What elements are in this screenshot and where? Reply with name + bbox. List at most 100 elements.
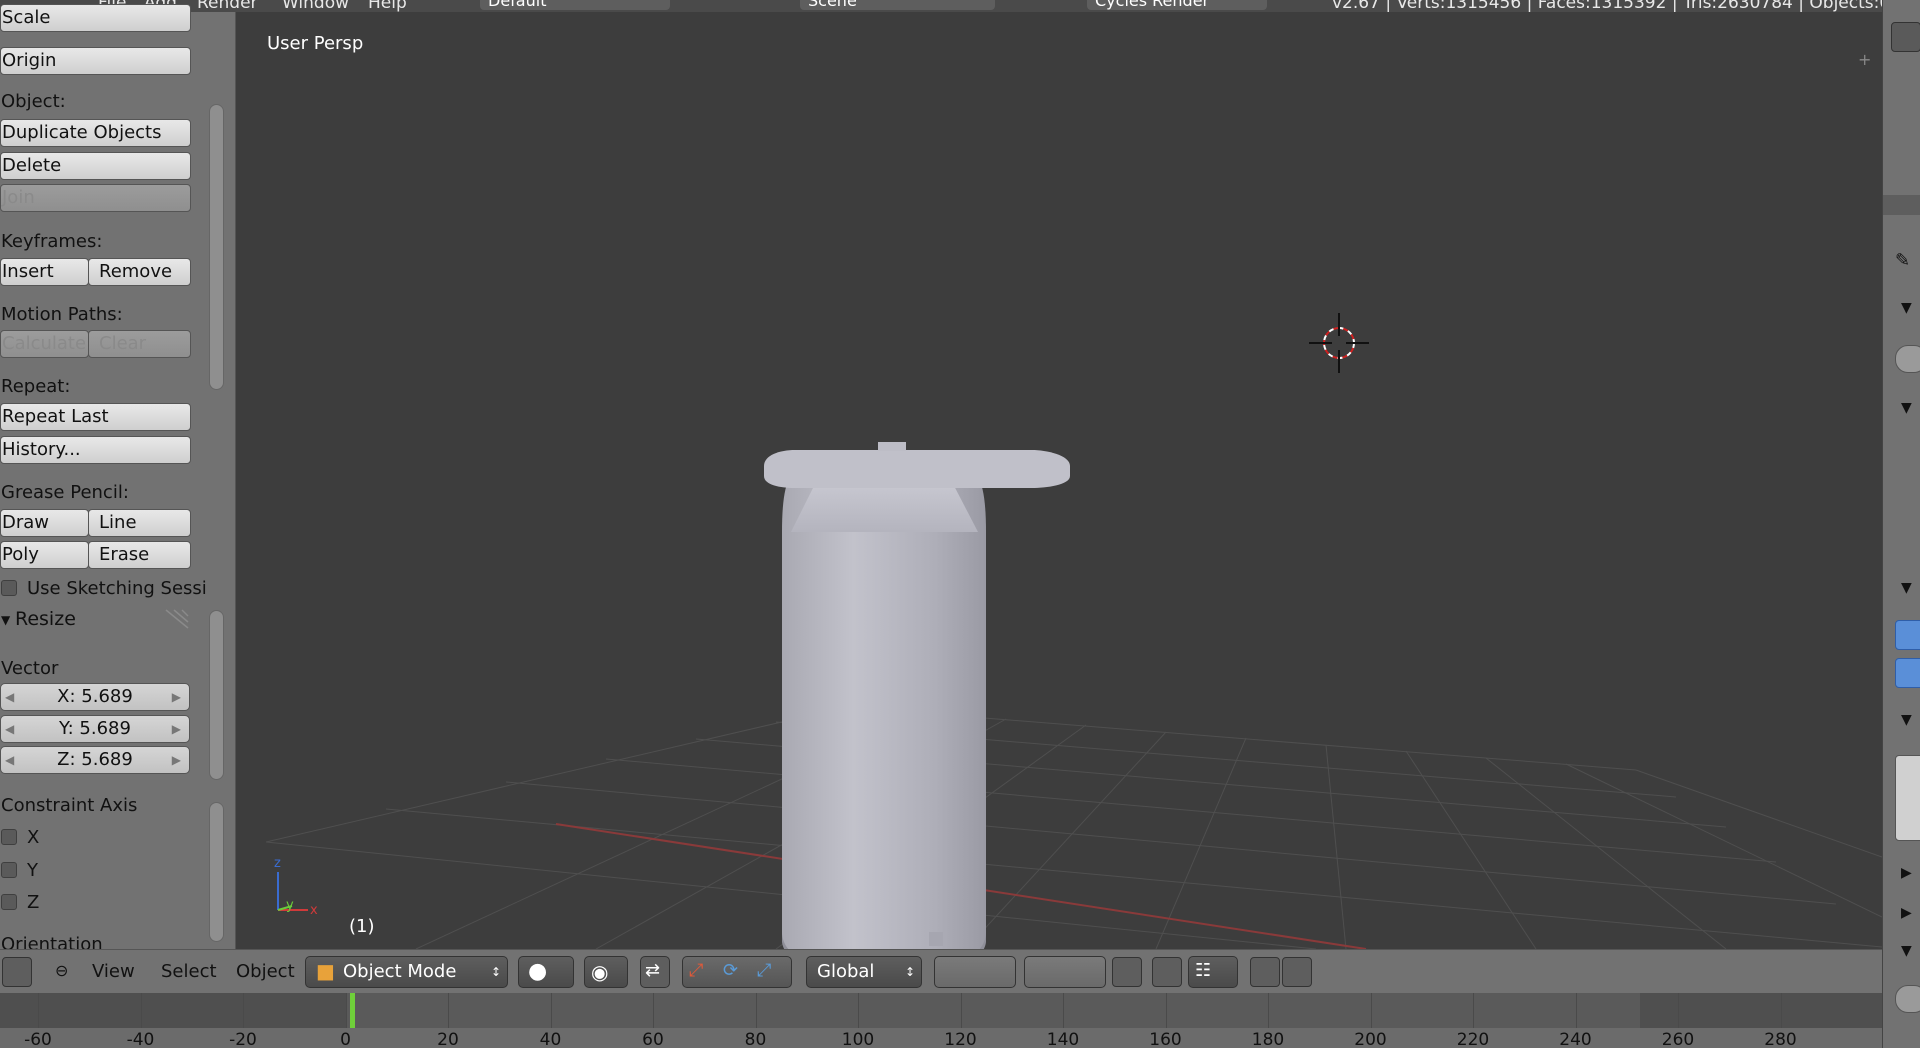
viewport-shading-selector[interactable]: ●: [518, 956, 574, 988]
current-frame-indicator: (1): [349, 916, 375, 937]
resize-panel-title: Resize: [15, 608, 76, 630]
menu-collapse-icon[interactable]: ⊖: [55, 961, 68, 980]
mode-label: Object Mode: [343, 961, 457, 982]
timeline-gridline: [1575, 993, 1577, 1028]
layers-group-2[interactable]: [1024, 956, 1106, 988]
active-tab-button[interactable]: [1895, 658, 1920, 688]
properties-tabs[interactable]: [1883, 195, 1920, 215]
timeline-tick-label: 280: [1764, 1030, 1797, 1048]
lock-layers-icon[interactable]: [1112, 957, 1142, 987]
solid-shading-icon: ●: [528, 959, 548, 984]
panel-expand-icon[interactable]: ▶: [1901, 905, 1912, 921]
constraint-z-label: Z: [27, 892, 40, 913]
history-button[interactable]: History...: [0, 436, 191, 464]
constraint-axis-label: Constraint Axis: [1, 795, 138, 816]
constraint-x-checkbox[interactable]: [1, 829, 17, 845]
pivot-point-selector[interactable]: ◉: [584, 956, 628, 988]
erase-button[interactable]: Erase: [88, 541, 191, 569]
operator-panel-scrollbar[interactable]: [209, 610, 224, 780]
repeat-section-label: Repeat:: [1, 376, 71, 397]
editor-type-cube-icon[interactable]: [2, 957, 32, 987]
duplicate-objects-button[interactable]: Duplicate Objects: [0, 119, 191, 147]
panel-expand-icon[interactable]: ▶: [1901, 865, 1912, 881]
clear-button[interactable]: Clear: [88, 330, 191, 358]
vector-y-field[interactable]: ◀ Y: 5.689 ▶: [0, 715, 190, 743]
remove-keyframe-button[interactable]: Remove: [88, 258, 191, 286]
resize-panel-header[interactable]: ▼ Resize: [0, 602, 210, 638]
timeline-tick-label: 40: [539, 1030, 562, 1048]
vector-x-value: X: 5.689: [57, 686, 133, 707]
panel-collapse-icon[interactable]: ▼: [1901, 580, 1912, 596]
calculate-button[interactable]: Calculate: [0, 330, 89, 358]
layout-selector[interactable]: Default: [480, 0, 670, 10]
constraint-z-checkbox[interactable]: [1, 894, 17, 910]
timeline[interactable]: -60 -40 -20 0 20 40 60 80 100 120 140 160 180 200 220 2…: [0, 993, 1882, 1048]
properties-editor-edge[interactable]: ✎ ▼ ▼ ▼ ▼ ▶ ▶ ▼: [1882, 0, 1920, 1048]
timeline-gridline: [755, 993, 757, 1028]
add-region-icon: +: [1858, 50, 1871, 69]
constraint-y-checkbox[interactable]: [1, 862, 17, 878]
proportional-edit-icon[interactable]: [1152, 957, 1182, 987]
panel-collapse-icon[interactable]: ▼: [1901, 400, 1912, 416]
mode-selector[interactable]: ■ Object Mode ↕: [305, 956, 508, 988]
3d-viewport[interactable]: z y x + User Persp (1): [236, 12, 1882, 949]
line-button[interactable]: Line: [88, 509, 191, 537]
timeline-gridline: [1165, 993, 1167, 1028]
view-menu[interactable]: View: [92, 961, 135, 982]
toggle-icon[interactable]: [1895, 985, 1920, 1013]
menu-help[interactable]: Help: [368, 0, 407, 12]
panel-collapse-icon[interactable]: ▼: [1901, 300, 1912, 316]
panel-collapse-icon[interactable]: ▼: [1901, 712, 1912, 728]
layers-group-1[interactable]: [934, 956, 1016, 988]
draw-button[interactable]: Draw: [0, 509, 89, 537]
panel-collapse-icon[interactable]: ▼: [1901, 943, 1912, 959]
tool-shelf: Scale Origin Object: Duplicate Objects D…: [0, 4, 236, 955]
menu-window[interactable]: Window: [282, 0, 349, 12]
timeline-tick-label: 200: [1354, 1030, 1387, 1048]
toggle-icon[interactable]: [1895, 345, 1920, 373]
timeline-tick-label: -20: [229, 1030, 257, 1048]
scale-button[interactable]: Scale: [0, 4, 191, 32]
menu-render[interactable]: Render: [197, 0, 258, 12]
floor-grid: [265, 706, 1882, 949]
scene-stats: v2.67 | Verts:1315456 | Faces:1315392 | …: [1332, 0, 1907, 12]
vector-y-value: Y: 5.689: [59, 718, 131, 739]
increment-icon: ▶: [171, 690, 181, 704]
playhead[interactable]: [350, 993, 355, 1028]
origin-button[interactable]: Origin: [0, 47, 191, 75]
editor-type-icon[interactable]: [1891, 22, 1920, 52]
viewport-canvas: z y x +: [265, 50, 1882, 949]
timeline-gridline: [858, 993, 859, 1028]
gizmo-z-label: z: [274, 856, 281, 871]
poly-button[interactable]: Poly: [0, 541, 89, 569]
tool-shelf-scrollbar[interactable]: [209, 104, 224, 390]
transform-orientation-selector[interactable]: Global ↕: [806, 956, 922, 988]
insert-keyframe-button[interactable]: Insert: [0, 258, 89, 286]
transform-widgets[interactable]: ⤢ ⟳ ⤢: [682, 956, 792, 988]
pin-icon[interactable]: ✎: [1895, 250, 1910, 271]
panel-drag-handle-icon[interactable]: [162, 608, 192, 630]
scene-selector[interactable]: Scene: [800, 0, 995, 10]
decrement-icon: ◀: [5, 690, 15, 704]
timeline-tick-label: 80: [744, 1030, 767, 1048]
manipulator-toggle[interactable]: ⇄: [640, 956, 670, 988]
render-engine-selector[interactable]: Cycles Render: [1087, 0, 1267, 10]
vector-x-field[interactable]: ◀ X: 5.689 ▶: [0, 683, 190, 711]
timeline-track[interactable]: [0, 993, 1882, 1028]
delete-button[interactable]: Delete: [0, 152, 191, 180]
vector-z-value: Z: 5.689: [57, 749, 133, 770]
operator-panel-scrollbar-lower[interactable]: [209, 802, 224, 942]
object-menu[interactable]: Object: [236, 961, 295, 982]
repeat-last-button[interactable]: Repeat Last: [0, 403, 191, 431]
snap-element-selector[interactable]: ☷: [1188, 956, 1238, 988]
select-menu[interactable]: Select: [161, 961, 217, 982]
sketching-session-checkbox[interactable]: [1, 580, 17, 596]
active-tab-button[interactable]: [1895, 620, 1920, 650]
timeline-tick-label: 60: [642, 1030, 664, 1048]
render-still-icon[interactable]: [1250, 957, 1280, 987]
render-animation-icon[interactable]: [1282, 957, 1312, 987]
timeline-gridline: [1268, 993, 1269, 1028]
join-button[interactable]: Join: [0, 184, 191, 212]
list-box[interactable]: [1895, 755, 1920, 841]
vector-z-field[interactable]: ◀ Z: 5.689 ▶: [0, 746, 190, 774]
